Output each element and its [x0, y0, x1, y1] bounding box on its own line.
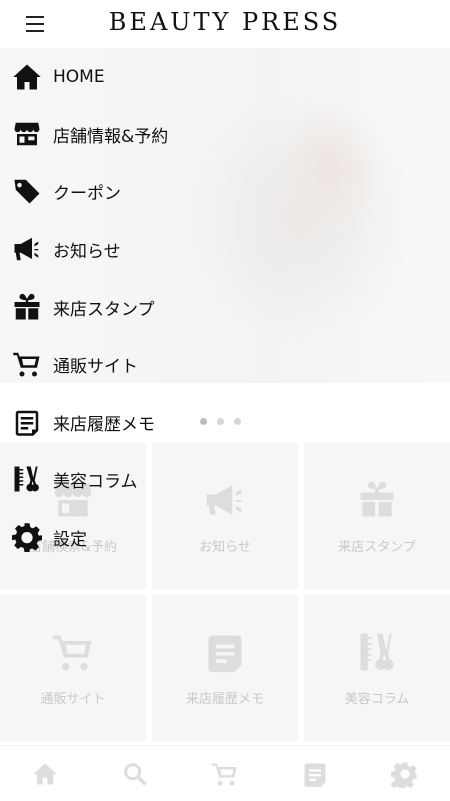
drawer-item-label: 設定 [53, 529, 87, 550]
gear-icon [12, 523, 42, 552]
drawer-item-label: 来店スタンプ [53, 299, 155, 320]
tab-home[interactable] [27, 756, 63, 792]
comb-scissors-icon [360, 633, 394, 670]
drawer-item-coupon[interactable]: クーポン [0, 166, 260, 216]
tile-shop[interactable]: 通販サイト [0, 595, 146, 741]
drawer-item-label: 店舗情報&予約 [53, 126, 169, 147]
home-icon [33, 763, 57, 784]
drawer-item-home[interactable]: HOME [0, 52, 260, 102]
cart-icon [212, 763, 237, 786]
app-header: BEAUTY PRESS [0, 0, 450, 48]
tile-column[interactable]: 美容コラム [304, 595, 450, 741]
drawer-item-history-memo[interactable]: 来店履歴メモ [0, 397, 260, 447]
drawer-item-label: HOME [53, 67, 105, 87]
memo-icon [304, 763, 326, 787]
store-icon [14, 122, 40, 146]
tile-history-memo[interactable]: 来店履歴メモ [152, 595, 298, 741]
drawer-item-column[interactable]: 美容コラム [0, 454, 260, 504]
tab-cart[interactable] [207, 756, 243, 792]
tile-label: 来店履歴メモ [185, 691, 264, 707]
home-icon [13, 64, 41, 90]
memo-icon [15, 410, 39, 436]
gift-icon [14, 293, 40, 320]
megaphone-icon [14, 237, 39, 261]
search-icon [124, 762, 147, 786]
drawer-item-store[interactable]: 店舗情報&予約 [0, 109, 260, 159]
drawer-item-label: クーポン [53, 183, 121, 204]
drawer-item-settings[interactable]: 設定 [0, 512, 260, 562]
tab-memo[interactable] [297, 756, 333, 792]
tag-icon [14, 179, 40, 204]
gear-icon [391, 761, 417, 788]
tile-stamp[interactable]: 来店スタンプ [304, 443, 450, 589]
tab-search[interactable] [117, 756, 153, 792]
tile-label: 美容コラム [344, 691, 410, 707]
drawer-item-stamp[interactable]: 来店スタンプ [0, 282, 260, 332]
drawer-item-shop[interactable]: 通販サイト [0, 339, 260, 389]
drawer-item-label: 来店履歴メモ [53, 414, 155, 435]
cart-icon [13, 352, 40, 377]
tile-label: 来店スタンプ [338, 539, 416, 555]
brand-logo: BEAUTY PRESS [108, 8, 342, 36]
tab-settings[interactable] [387, 756, 423, 792]
gift-icon [360, 481, 394, 516]
drawer-item-label: お知らせ [53, 241, 121, 262]
cart-icon [52, 635, 92, 670]
comb-scissors-icon [14, 466, 39, 492]
drawer-item-label: 通販サイト [53, 356, 138, 377]
drawer-item-label: 美容コラム [53, 471, 138, 492]
tile-label: 通販サイト [40, 691, 106, 707]
bottom-tab-bar [0, 745, 450, 801]
drawer-item-news[interactable]: お知らせ [0, 224, 260, 274]
memo-icon [208, 635, 242, 672]
